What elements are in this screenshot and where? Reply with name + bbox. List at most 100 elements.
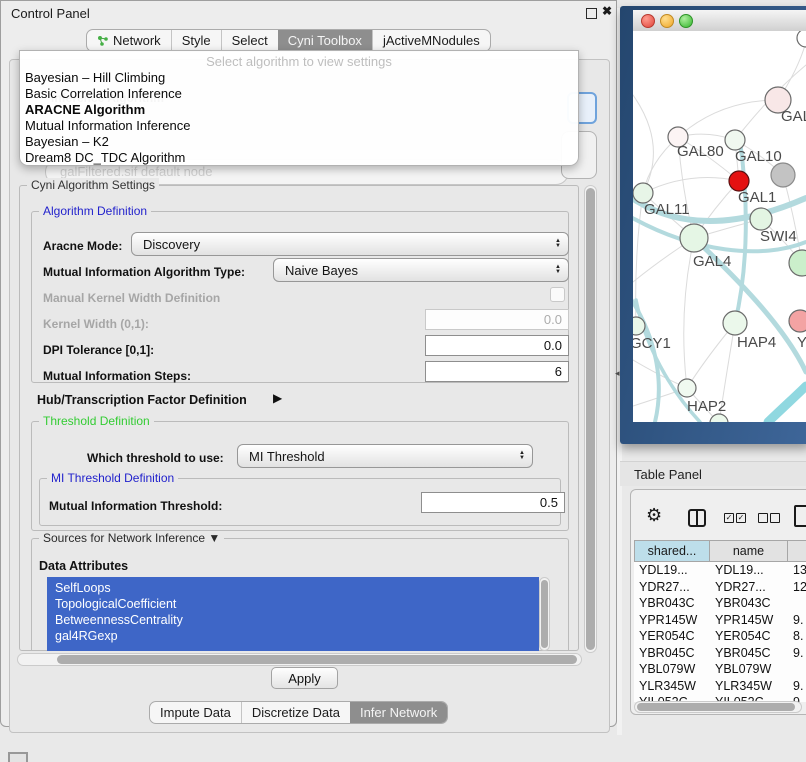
table-horizontal-scrollbar[interactable] bbox=[634, 701, 802, 713]
network-edge[interactable] bbox=[735, 141, 746, 323]
table-row[interactable]: YLR345WYLR345W9. bbox=[634, 678, 806, 695]
node-gcy1[interactable] bbox=[633, 317, 645, 335]
column-header-cut[interactable] bbox=[788, 540, 806, 562]
tab-discretize-data[interactable]: Discretize Data bbox=[241, 702, 350, 723]
table-header: shared... name bbox=[634, 540, 806, 562]
tab-jactivemnodules[interactable]: jActiveMNodules bbox=[372, 30, 490, 51]
node-gal10[interactable] bbox=[725, 130, 745, 150]
network-window-titlebar[interactable] bbox=[633, 10, 806, 32]
table-row[interactable]: YPR145WYPR145W9. bbox=[634, 612, 806, 629]
node-swi4[interactable] bbox=[750, 208, 772, 230]
tab-infer-network[interactable]: Infer Network bbox=[350, 702, 447, 723]
manual-kernel-checkbox[interactable] bbox=[550, 287, 565, 302]
mi-threshold-field[interactable]: 0.5 bbox=[421, 492, 565, 513]
column-header-name[interactable]: name bbox=[710, 540, 788, 562]
tab-style[interactable]: Style bbox=[171, 30, 221, 51]
table-row[interactable]: YBR043CYBR043C bbox=[634, 595, 806, 612]
attributes-scrollbar[interactable] bbox=[539, 577, 550, 651]
table-row[interactable]: YBL079WYBL079W bbox=[634, 661, 806, 678]
which-threshold-combo[interactable]: MI Threshold ▲▼ bbox=[237, 444, 533, 468]
control-panel-window: Control Panel ✖ Network Style Select Cyn… bbox=[0, 0, 617, 727]
node-cut-top[interactable] bbox=[797, 31, 806, 47]
table-cell: YBL079W bbox=[634, 661, 710, 678]
attribute-list-item[interactable]: TopologicalCoefficient bbox=[55, 596, 539, 612]
stepper-icon: ▲▼ bbox=[555, 265, 561, 275]
checked-checkbox-icon[interactable]: ✓ bbox=[736, 513, 746, 523]
node-gal4[interactable] bbox=[680, 224, 708, 252]
algorithm-option[interactable]: Dream8 DC_TDC Algorithm bbox=[20, 150, 578, 166]
node-gal11-label: GAL11 bbox=[644, 201, 690, 218]
hub-definition-label[interactable]: Hub/Transcription Factor Definition bbox=[37, 393, 247, 407]
tab-label: Cyni Toolbox bbox=[288, 33, 362, 48]
node-hap2[interactable] bbox=[678, 379, 696, 397]
document-icon[interactable] bbox=[794, 505, 806, 527]
expand-arrow-icon[interactable]: ▶ bbox=[273, 391, 282, 405]
settings-vertical-scrollbar[interactable] bbox=[584, 185, 597, 653]
node-green-right[interactable] bbox=[789, 250, 806, 276]
scrollbar-thumb[interactable] bbox=[541, 580, 548, 648]
mi-steps-label: Mutual Information Steps: bbox=[43, 369, 191, 383]
tab-select[interactable]: Select bbox=[221, 30, 278, 51]
algorithm-option[interactable]: Basic Correlation Inference bbox=[20, 86, 578, 102]
algorithm-option[interactable]: ARACNE Algorithm bbox=[20, 102, 578, 118]
algorithm-option[interactable]: Bayesian – K2 bbox=[20, 134, 578, 150]
scrollbar-thumb[interactable] bbox=[586, 188, 595, 650]
close-window-icon[interactable]: ✖ bbox=[602, 4, 612, 18]
node-gray[interactable] bbox=[771, 163, 795, 187]
attribute-list-item[interactable]: BetweennessCentrality bbox=[55, 612, 539, 628]
table-row[interactable]: YDL19...YDL19...13 bbox=[634, 562, 806, 579]
node-pink-right[interactable] bbox=[789, 310, 806, 332]
attribute-list-item[interactable]: gal4RGexp bbox=[55, 628, 539, 644]
table-body: YDL19...YDL19...13YDR27...YDR27...12YBR0… bbox=[634, 562, 806, 702]
network-canvas[interactable]: GALGAL80GAL10GAL1GAL11SWI4GAL4GCY1HAP4YH… bbox=[633, 31, 806, 422]
table-cell: 9. bbox=[788, 612, 806, 629]
float-window-icon[interactable] bbox=[586, 8, 597, 19]
minimized-panel-icon[interactable] bbox=[8, 752, 28, 762]
algorithm-option[interactable]: Mutual Information Inference bbox=[20, 118, 578, 134]
tab-network[interactable]: Network bbox=[87, 30, 171, 51]
mi-steps-field[interactable]: 6 bbox=[425, 361, 569, 382]
node-gal1[interactable] bbox=[729, 171, 749, 191]
settings-horizontal-scrollbar[interactable] bbox=[17, 653, 582, 666]
table-row[interactable]: YDR27...YDR27...12 bbox=[634, 579, 806, 596]
table-row[interactable]: YBR045CYBR045C9. bbox=[634, 645, 806, 662]
apply-button[interactable]: Apply bbox=[271, 667, 338, 689]
divider-collapse-icon[interactable]: ◂ bbox=[615, 368, 620, 379]
collapse-arrow-icon[interactable]: ▼ bbox=[208, 531, 220, 545]
gear-icon[interactable]: ⚙ bbox=[646, 505, 662, 526]
scrollbar-thumb[interactable] bbox=[637, 703, 795, 711]
unchecked-checkbox-icon[interactable] bbox=[758, 513, 768, 523]
column-header-shared-name[interactable]: shared... bbox=[634, 540, 710, 562]
unchecked-checkbox-icon[interactable] bbox=[770, 513, 780, 523]
network-edge[interactable] bbox=[768, 386, 806, 422]
network-edge[interactable] bbox=[633, 95, 653, 193]
close-traffic-light[interactable] bbox=[641, 14, 655, 28]
minimize-traffic-light[interactable] bbox=[660, 14, 674, 28]
aracne-mode-combo[interactable]: Discovery ▲▼ bbox=[131, 232, 569, 256]
tab-label: Discretize Data bbox=[252, 705, 340, 720]
mi-type-label: Mutual Information Algorithm Type: bbox=[43, 265, 245, 279]
scrollbar-thumb[interactable] bbox=[57, 655, 577, 664]
mi-type-combo[interactable]: Naive Bayes ▲▼ bbox=[273, 258, 569, 282]
table-row[interactable]: YER054CYER054C8. bbox=[634, 628, 806, 645]
dpi-tolerance-field[interactable]: 0.0 bbox=[425, 335, 569, 356]
kernel-width-field[interactable]: 0.0 bbox=[425, 309, 569, 330]
tab-cyni-toolbox[interactable]: Cyni Toolbox bbox=[278, 30, 372, 51]
algorithm-definition-title: Algorithm Definition bbox=[39, 204, 151, 218]
table-cell: YPR145W bbox=[634, 612, 710, 629]
checked-checkbox-icon[interactable]: ✓ bbox=[724, 513, 734, 523]
zoom-traffic-light[interactable] bbox=[679, 14, 693, 28]
attribute-list-item[interactable]: SelfLoops bbox=[55, 580, 539, 596]
split-columns-icon[interactable] bbox=[688, 509, 706, 527]
table-cell bbox=[788, 661, 806, 678]
network-edge[interactable] bbox=[643, 177, 739, 193]
tab-impute-data[interactable]: Impute Data bbox=[150, 702, 241, 723]
node-bottom[interactable] bbox=[710, 414, 728, 422]
which-threshold-value: MI Threshold bbox=[249, 449, 325, 464]
tab-label: Select bbox=[232, 33, 268, 48]
node-hap4[interactable] bbox=[723, 311, 747, 335]
node-gal11[interactable] bbox=[633, 183, 653, 203]
network-edge[interactable] bbox=[678, 100, 778, 137]
sources-group-title[interactable]: Sources for Network Inference ▼ bbox=[39, 531, 224, 545]
algorithm-option[interactable]: Bayesian – Hill Climbing bbox=[20, 70, 578, 86]
